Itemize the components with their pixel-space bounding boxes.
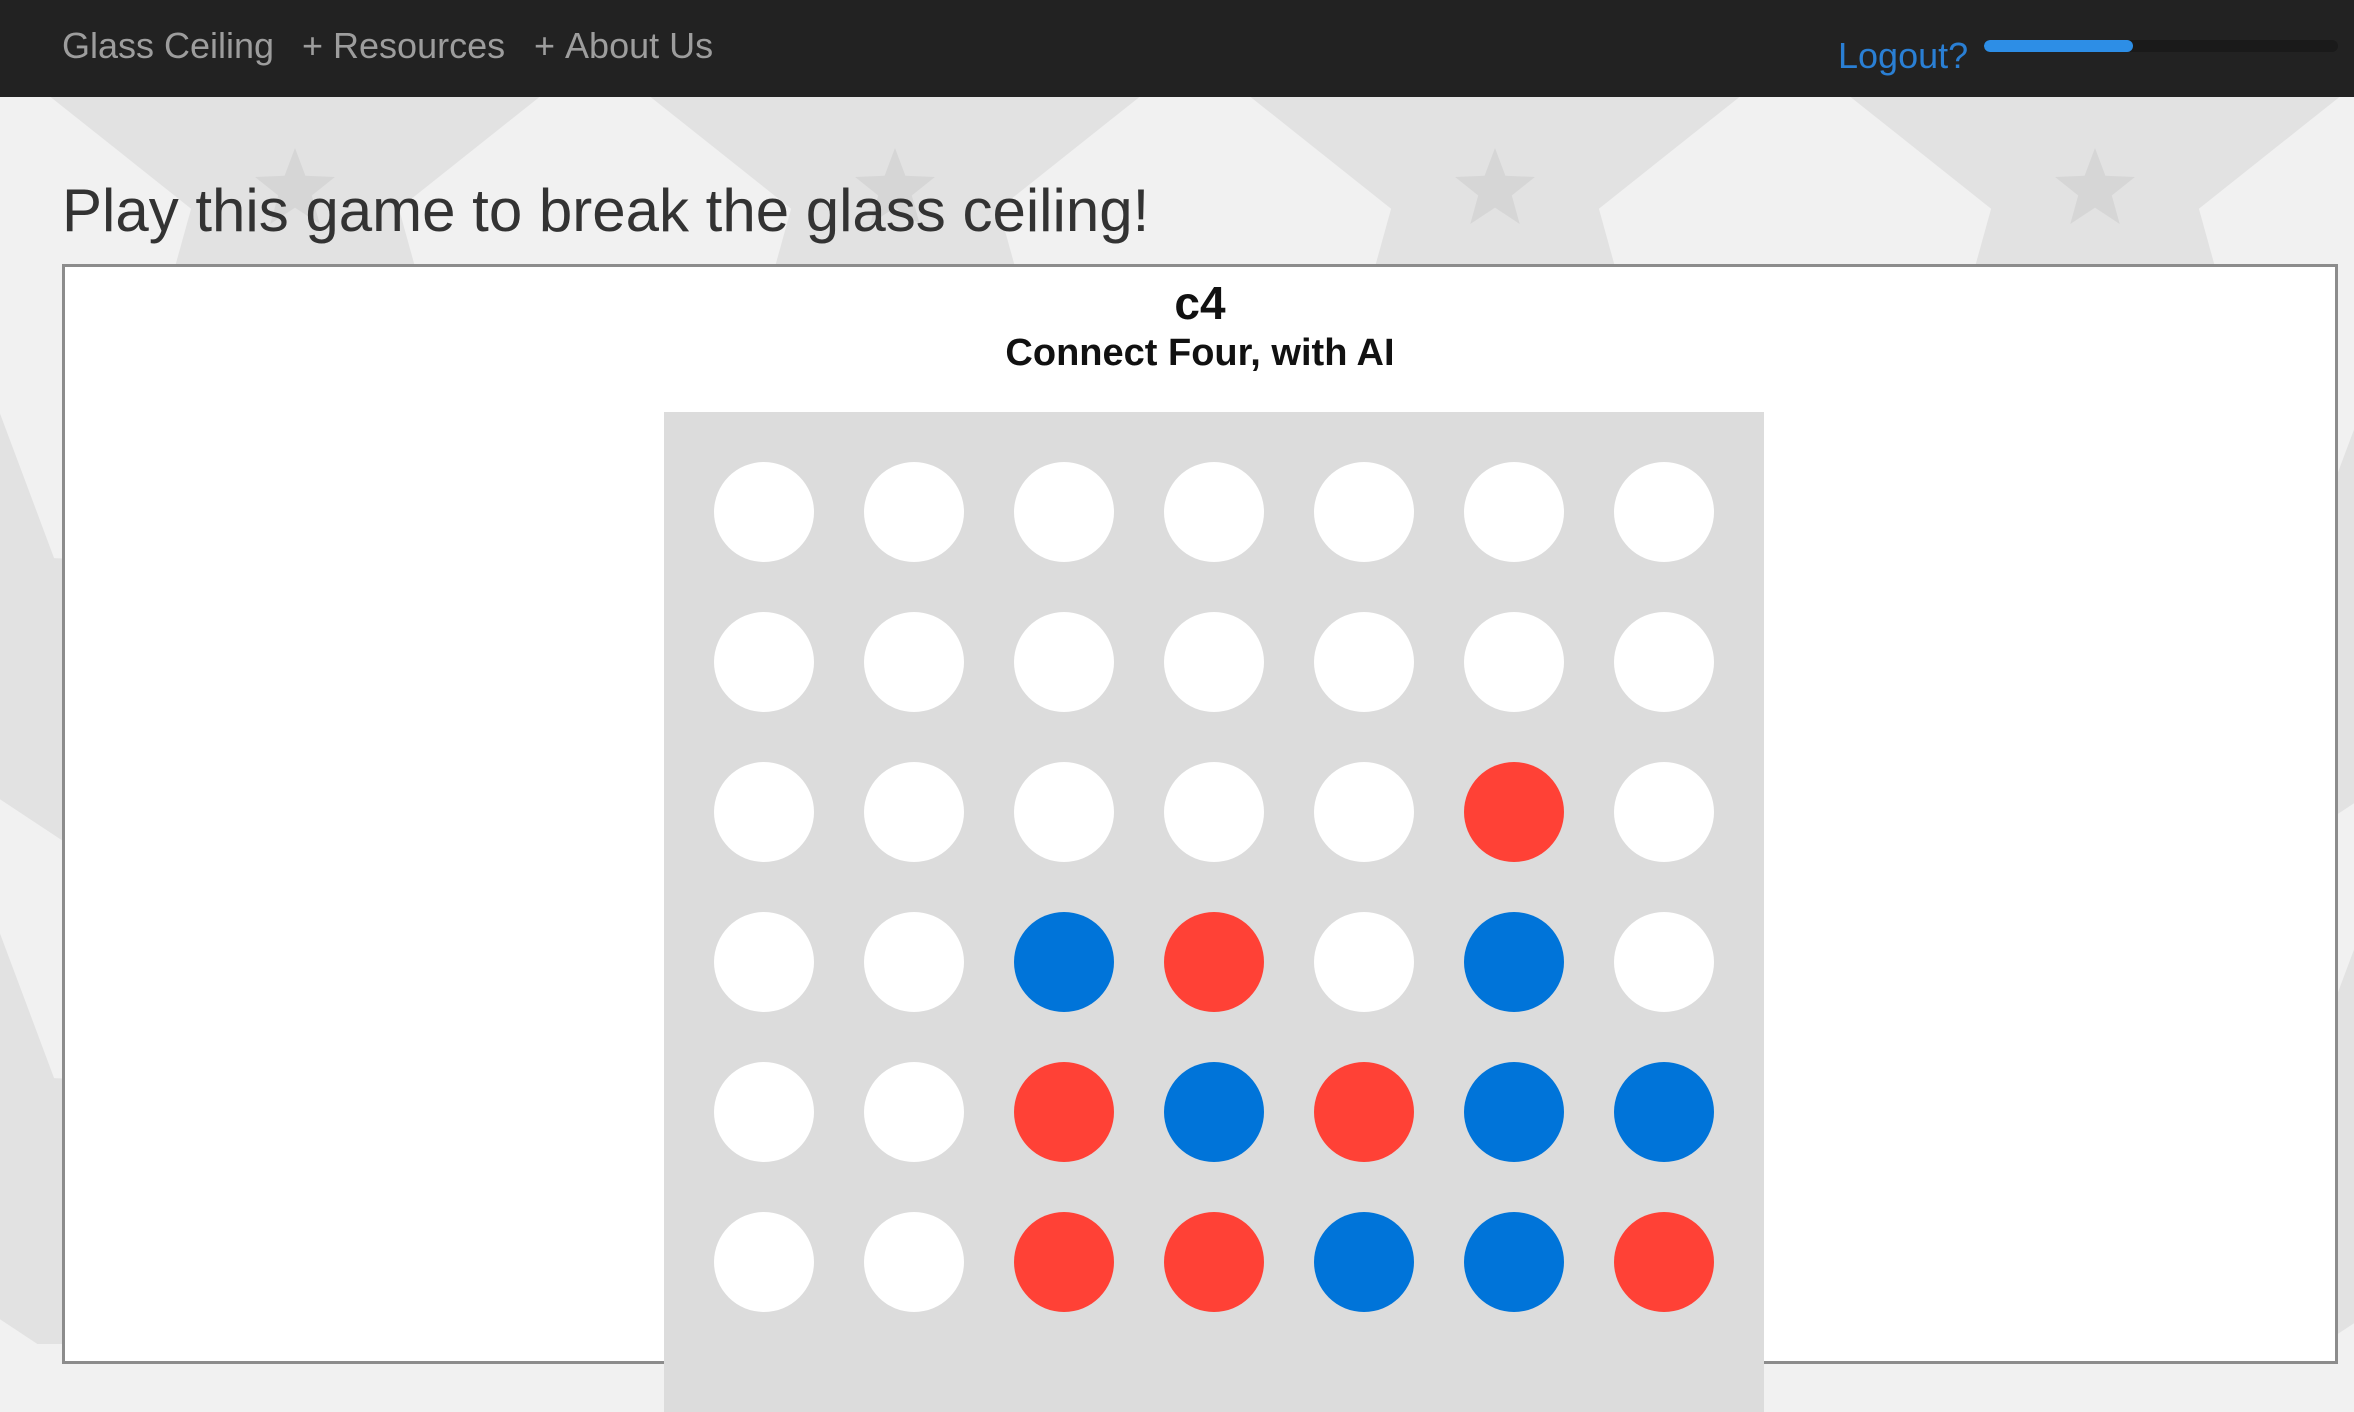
board-cell-blue[interactable] (1464, 1212, 1564, 1312)
game-title: c4 (1174, 277, 1226, 329)
board-cell-empty[interactable] (1614, 612, 1714, 712)
nav-about-us[interactable]: + About Us (534, 22, 713, 70)
board-cell-blue[interactable] (1464, 912, 1564, 1012)
connect-four-board (664, 412, 1764, 1412)
nav-resources-label: Resources (333, 25, 506, 66)
board-cell-empty[interactable] (864, 462, 964, 562)
board-cell-empty[interactable] (714, 912, 814, 1012)
nav-resources[interactable]: + Resources (302, 22, 505, 70)
board-cell-red[interactable] (1464, 762, 1564, 862)
board-cell-empty[interactable] (864, 912, 964, 1012)
board-cell-blue[interactable] (1164, 1062, 1264, 1162)
board-cell-empty[interactable] (1014, 612, 1114, 712)
board-cell-empty[interactable] (1314, 462, 1414, 562)
board-cell-blue[interactable] (1314, 1212, 1414, 1312)
plus-icon: + (534, 25, 556, 66)
board-cell-blue[interactable] (1014, 912, 1114, 1012)
board-cell-empty[interactable] (1614, 762, 1714, 862)
board-cell-empty[interactable] (1164, 462, 1264, 562)
board-cell-empty[interactable] (1464, 612, 1564, 712)
board-cell-blue[interactable] (1614, 1062, 1714, 1162)
board-cell-red[interactable] (1014, 1212, 1114, 1312)
board-cell-empty[interactable] (1614, 912, 1714, 1012)
logout-link[interactable]: Logout? (1838, 32, 1968, 80)
board-cell-empty[interactable] (1314, 612, 1414, 712)
board-cell-empty[interactable] (714, 1212, 814, 1312)
board-cell-red[interactable] (1614, 1212, 1714, 1312)
board-cell-empty[interactable] (1014, 462, 1114, 562)
board-cell-empty[interactable] (1314, 912, 1414, 1012)
game-panel: c4 Connect Four, with AI (62, 264, 2338, 1412)
board-cell-empty[interactable] (864, 1212, 964, 1312)
progress-bar-fill (1984, 40, 2133, 52)
board-cell-empty[interactable] (1314, 762, 1414, 862)
board-cell-empty[interactable] (1614, 462, 1714, 562)
board-cell-blue[interactable] (1464, 1062, 1564, 1162)
board-cell-empty[interactable] (864, 1062, 964, 1162)
game-subtitle: Connect Four, with AI (1005, 332, 1395, 374)
plus-icon: + (302, 25, 324, 66)
top-navbar: Glass Ceiling + Resources + About Us Logou… (0, 0, 2354, 97)
board-cell-empty[interactable] (714, 762, 814, 862)
brand-link[interactable]: Glass Ceiling (62, 22, 274, 70)
board-cell-red[interactable] (1164, 1212, 1264, 1312)
progress-bar (1984, 40, 2338, 52)
board-cell-red[interactable] (1014, 1062, 1114, 1162)
board-cell-empty[interactable] (864, 612, 964, 712)
nav-about-us-label: About Us (565, 25, 714, 66)
page-title: Play this game to break the glass ceilin… (62, 177, 1150, 244)
board-cell-empty[interactable] (864, 762, 964, 862)
board-cell-empty[interactable] (714, 612, 814, 712)
board-cell-empty[interactable] (1164, 612, 1264, 712)
board-cell-empty[interactable] (1014, 762, 1114, 862)
board-cell-empty[interactable] (714, 1062, 814, 1162)
board-cell-red[interactable] (1314, 1062, 1414, 1162)
board-cell-empty[interactable] (714, 462, 814, 562)
board-cell-empty[interactable] (1164, 762, 1264, 862)
board-cell-empty[interactable] (1464, 462, 1564, 562)
board-cell-red[interactable] (1164, 912, 1264, 1012)
